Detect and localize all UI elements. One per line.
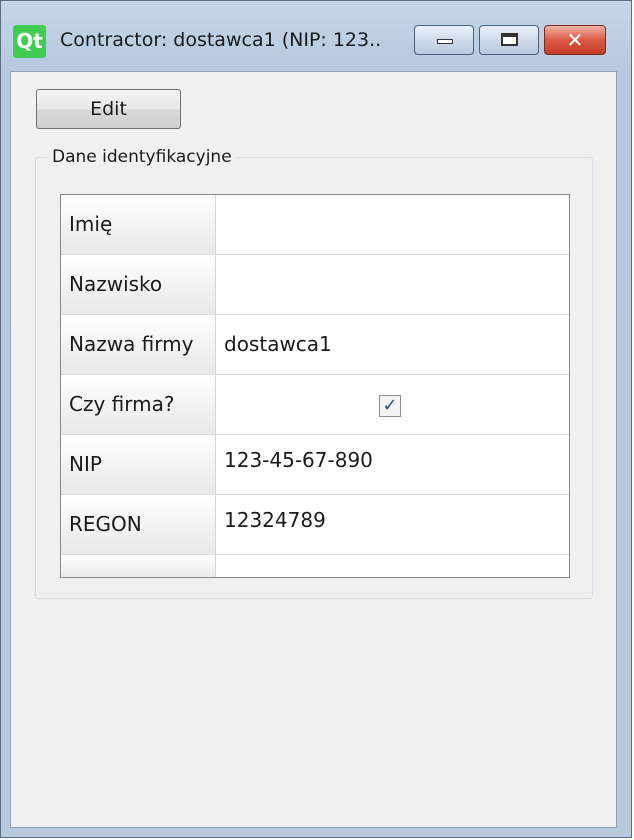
contractor-window: Qt Contractor: dostawca1 (NIP: 123.. ✕ E…: [0, 0, 632, 838]
table-row-first-name: Imię: [61, 195, 569, 255]
table-row-last-name: Nazwisko: [61, 255, 569, 315]
row-header-is-company: Czy firma?: [61, 375, 216, 434]
identification-groupbox: Dane identyfikacyjne Imię Nazwisko Nazwa…: [35, 147, 593, 599]
maximize-button[interactable]: [479, 25, 539, 55]
close-icon: ✕: [566, 28, 584, 52]
row-header-company-name: Nazwa firmy: [61, 315, 216, 374]
qt-logo-icon: Qt: [13, 25, 46, 58]
table-row-empty: [61, 555, 569, 577]
row-header-empty: [61, 555, 216, 577]
client-area: Edit Dane identyfikacyjne Imię Nazwisko …: [10, 71, 617, 828]
maximize-icon: [501, 33, 518, 46]
last-name-cell[interactable]: [224, 255, 564, 314]
nip-cell[interactable]: 123-45-67-890: [224, 431, 373, 490]
is-company-checkbox[interactable]: ✓: [379, 395, 401, 417]
minimize-button[interactable]: [414, 25, 474, 55]
minimize-icon: [437, 39, 453, 44]
first-name-cell[interactable]: [224, 195, 564, 254]
row-header-first-name: Imię: [61, 195, 216, 254]
table-row-is-company: Czy firma? ✓: [61, 375, 569, 435]
regon-cell[interactable]: 12324789: [224, 491, 326, 550]
table-row-nip: NIP 123-45-67-890: [61, 435, 569, 495]
table-row-company-name: Nazwa firmy dostawca1: [61, 315, 569, 375]
row-header-last-name: Nazwisko: [61, 255, 216, 314]
row-header-regon: REGON: [61, 495, 216, 554]
title-bar[interactable]: Qt Contractor: dostawca1 (NIP: 123.. ✕: [1, 1, 631, 71]
row-header-nip: NIP: [61, 435, 216, 494]
identification-table: Imię Nazwisko Nazwa firmy dostawca1 Czy …: [60, 194, 570, 578]
groupbox-title: Dane identyfikacyjne: [48, 147, 236, 167]
close-button[interactable]: ✕: [544, 25, 606, 55]
edit-button[interactable]: Edit: [36, 89, 181, 129]
window-title: Contractor: dostawca1 (NIP: 123..: [60, 29, 382, 51]
company-name-cell[interactable]: dostawca1: [224, 315, 332, 374]
table-row-regon: REGON 12324789: [61, 495, 569, 555]
